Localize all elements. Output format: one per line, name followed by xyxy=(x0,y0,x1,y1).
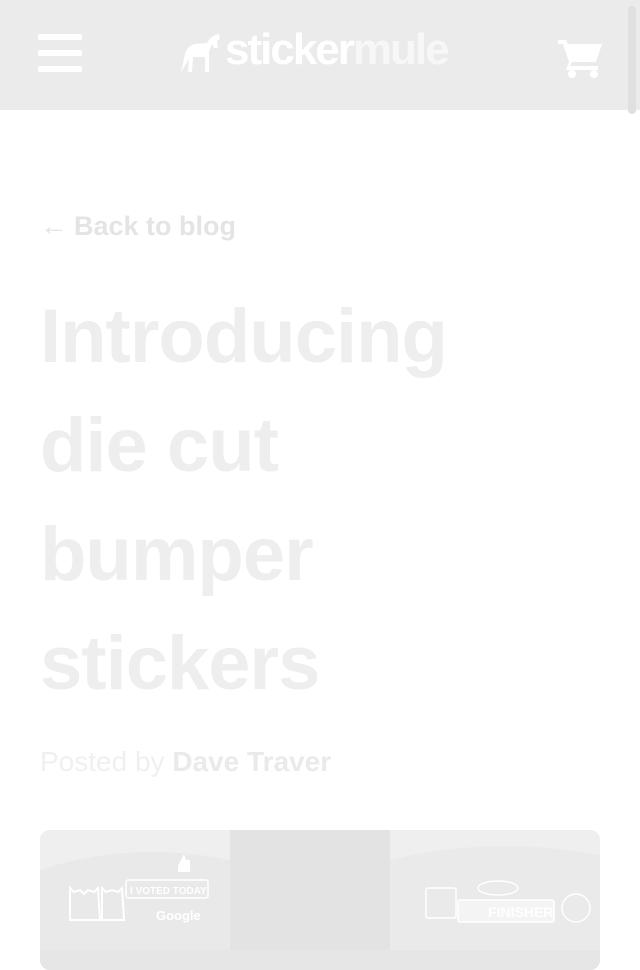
logo-wordmark: stickermule xyxy=(225,24,450,76)
article-title-line: stickers xyxy=(40,621,320,706)
shopping-cart-icon[interactable] xyxy=(556,36,604,83)
article-title-line: bumper xyxy=(40,512,314,597)
sticker-text: Google xyxy=(156,908,201,923)
logo-text-mule: mule xyxy=(352,25,450,74)
sticker-text: I VOTED TODAY xyxy=(130,886,207,897)
hero-image: I VOTED TODAY Google FINISHER xyxy=(40,830,600,970)
logo-text-sticker: sticker xyxy=(225,25,355,74)
article-byline: Posted by Dave Traver xyxy=(40,746,331,778)
mule-logo-icon xyxy=(181,34,220,72)
back-to-blog-link[interactable]: ← Back to blog xyxy=(40,210,236,242)
hamburger-menu-icon[interactable] xyxy=(38,34,82,72)
top-nav-bar: stickermule xyxy=(0,0,640,114)
back-link-label: Back to blog xyxy=(74,210,237,241)
bumper-sticker-photo: I VOTED TODAY Google FINISHER xyxy=(40,830,600,970)
scrollbar-thumb[interactable] xyxy=(628,6,636,114)
left-arrow-icon: ← xyxy=(40,210,68,241)
article-title: Introducing die cut bumper stickers xyxy=(40,282,600,718)
article-title-line: die cut xyxy=(40,403,279,488)
author-name: Dave Traver xyxy=(172,746,332,777)
sticker-text: FINISHER xyxy=(488,904,553,920)
article-title-line: Introducing xyxy=(40,294,448,379)
stickermule-logo[interactable]: stickermule xyxy=(179,25,469,76)
byline-prefix: Posted by xyxy=(40,746,173,777)
